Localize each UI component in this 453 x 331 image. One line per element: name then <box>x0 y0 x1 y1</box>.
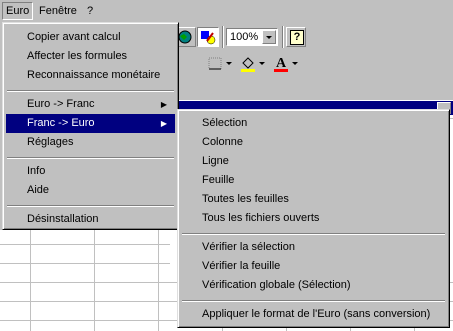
help-button[interactable]: ? <box>286 27 306 47</box>
grid-line <box>158 230 159 331</box>
menu-item-label: Désinstallation <box>27 213 99 225</box>
submenu-item-verifier-selection[interactable]: Vérifier la sélection <box>181 238 446 257</box>
grid-line <box>0 301 170 302</box>
menu-item-label: Copier avant calcul <box>27 31 121 43</box>
menu-item-label: Aide <box>27 184 50 196</box>
borders-icon <box>208 57 222 70</box>
submenu-arrow-icon: ▶ <box>160 100 167 109</box>
chevron-down-icon <box>266 36 272 39</box>
euro-menu: Copier avant calcul Affecter les formule… <box>2 22 179 230</box>
submenu-item-selection[interactable]: Sélection <box>181 114 446 133</box>
menu-euro[interactable]: Euro <box>2 2 34 20</box>
menu-item-desinstallation[interactable]: Désinstallation <box>6 210 175 229</box>
menu-item-label: Reconnaissance monétaire <box>27 69 161 81</box>
fill-color-button[interactable] <box>239 55 257 73</box>
menu-euro-label: Euro <box>6 5 30 17</box>
menu-item-label: Ligne <box>202 155 229 167</box>
grid-line <box>0 263 170 264</box>
menu-item-label: Euro -> Franc <box>27 98 95 110</box>
menu-item-aide[interactable]: Aide <box>6 181 175 200</box>
menu-item-label: Affecter les formules <box>27 50 128 62</box>
zoom-value: 100% <box>230 31 259 43</box>
standard-toolbar: 100% ? <box>170 22 453 50</box>
menu-separator <box>7 157 174 159</box>
menu-item-label: Appliquer le format de l'Euro (sans conv… <box>202 308 431 320</box>
menu-help-label: ? <box>87 5 94 17</box>
toolbar-separator <box>222 26 224 48</box>
help-question-icon: ? <box>290 30 304 45</box>
chevron-down-icon[interactable] <box>259 61 266 67</box>
chevron-down-icon[interactable] <box>292 61 299 67</box>
menu-item-label: Franc -> Euro <box>27 117 95 129</box>
menu-item-copier-avant-calcul[interactable]: Copier avant calcul <box>6 28 175 47</box>
menu-item-reglages[interactable]: Réglages <box>6 133 175 152</box>
menu-item-label: Feuille <box>202 174 235 186</box>
submenu-item-verification-globale[interactable]: Vérification globale (Sélection) <box>181 276 446 295</box>
menu-separator <box>182 233 445 235</box>
menu-item-label: Tous les fichiers ouverts <box>202 212 320 224</box>
grid-line <box>94 230 95 331</box>
zoom-dropdown-button[interactable] <box>262 30 276 44</box>
menu-help[interactable]: ? <box>84 3 96 19</box>
font-color-button[interactable]: A <box>272 54 290 74</box>
menu-item-label: Vérifier la feuille <box>202 260 281 272</box>
menu-item-euro-franc[interactable]: Euro -> Franc ▶ <box>6 95 175 114</box>
drawing-button[interactable] <box>197 27 219 47</box>
worksheet-cells-left[interactable] <box>0 230 170 331</box>
franc-euro-submenu: Sélection Colonne Ligne Feuille Toutes l… <box>177 109 450 328</box>
menu-item-affecter-formules[interactable]: Affecter les formules <box>6 47 175 66</box>
paint-bucket-icon <box>241 57 255 72</box>
menu-item-label: Vérification globale (Sélection) <box>202 279 351 291</box>
grid-line <box>0 320 170 321</box>
menu-fenetre[interactable]: Fenêtre <box>36 3 80 19</box>
zoom-combo[interactable]: 100% <box>226 28 278 46</box>
menu-item-reconnaissance-monetaire[interactable]: Reconnaissance monétaire <box>6 66 175 85</box>
submenu-item-feuille[interactable]: Feuille <box>181 171 446 190</box>
grid-line <box>0 244 170 245</box>
menu-item-info[interactable]: Info <box>6 162 175 181</box>
submenu-item-ligne[interactable]: Ligne <box>181 152 446 171</box>
font-color-icon: A <box>274 56 288 72</box>
submenu-arrow-icon: ▶ <box>160 119 167 128</box>
chevron-down-icon[interactable] <box>226 61 233 67</box>
menu-separator <box>7 90 174 92</box>
menu-item-label: Colonne <box>202 136 243 148</box>
submenu-item-tous-fichiers[interactable]: Tous les fichiers ouverts <box>181 209 446 228</box>
borders-button[interactable] <box>208 57 224 71</box>
menu-item-label: Toutes les feuilles <box>202 193 289 205</box>
submenu-item-appliquer-format[interactable]: Appliquer le format de l'Euro (sans conv… <box>181 305 446 324</box>
drawing-icon <box>201 31 216 45</box>
grid-line <box>30 230 31 331</box>
menu-bar: Euro Fenêtre ? <box>0 0 453 22</box>
svg-text:A: A <box>276 56 287 71</box>
submenu-item-toutes-feuilles[interactable]: Toutes les feuilles <box>181 190 446 209</box>
toolbar-separator-2 <box>282 26 284 48</box>
menu-item-label: Info <box>27 165 46 177</box>
menu-item-franc-euro[interactable]: Franc -> Euro ▶ <box>6 114 175 133</box>
submenu-item-verifier-feuille[interactable]: Vérifier la feuille <box>181 257 446 276</box>
formatting-toolbar: A <box>170 50 453 78</box>
menu-separator <box>182 300 445 302</box>
menu-separator <box>7 205 174 207</box>
submenu-item-colonne[interactable]: Colonne <box>181 133 446 152</box>
menu-item-label: Vérifier la sélection <box>202 241 295 253</box>
grid-line <box>0 282 170 283</box>
menu-item-label: Réglages <box>27 136 74 148</box>
menu-fenetre-label: Fenêtre <box>39 5 77 17</box>
menu-item-label: Sélection <box>202 117 248 129</box>
